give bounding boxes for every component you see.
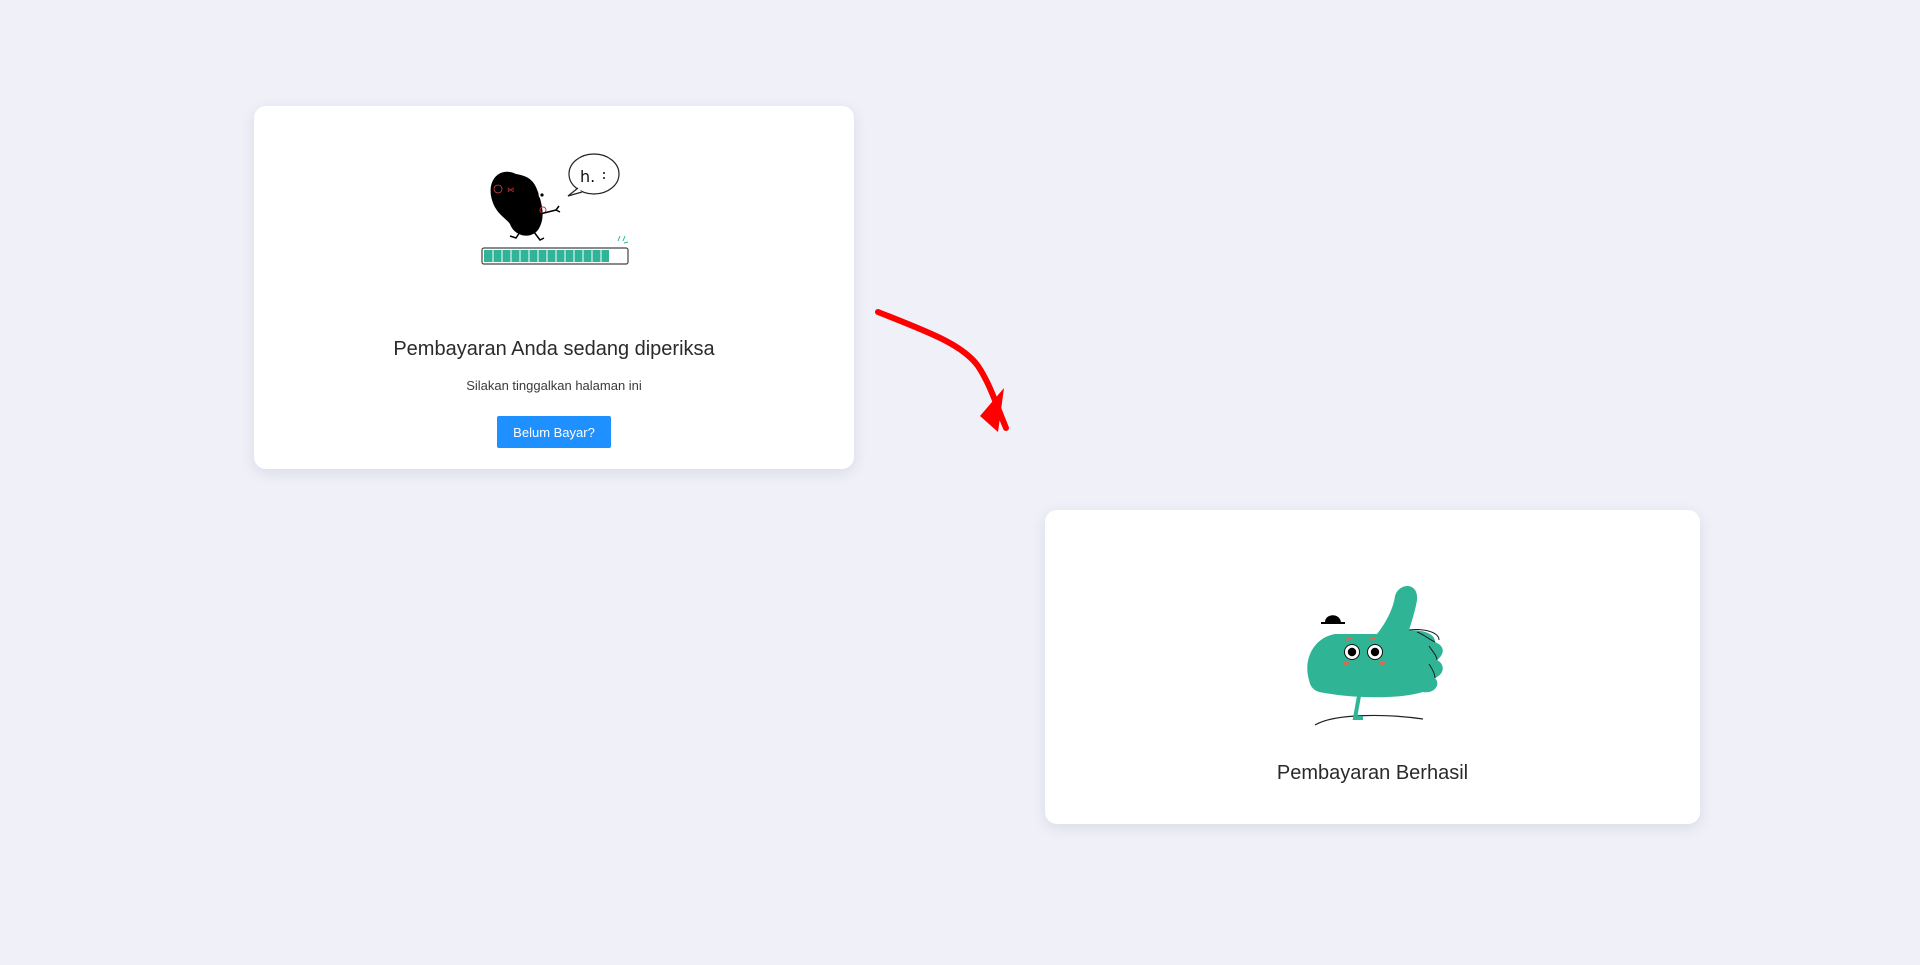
payment-pending-card: h. ⋈ Pembayaran Anda sedang diperiksa Si… <box>254 106 854 469</box>
thumbs-up-character-icon <box>1307 585 1443 726</box>
success-title: Pembayaran Berhasil <box>1276 762 1469 784</box>
not-paid-button[interactable]: Belum Bayar? <box>497 416 611 448</box>
svg-text:⋈: ⋈ <box>507 186 514 194</box>
loading-character-icon: h. ⋈ <box>481 153 629 265</box>
payment-success-card: Pembayaran Berhasil <box>1045 510 1700 824</box>
pending-title: Pembayaran Anda sedang diperiksa <box>393 338 715 360</box>
speech-bubble-text: h. <box>580 167 595 186</box>
pending-subtitle: Silakan tinggalkan halaman ini <box>466 378 642 393</box>
arrow-icon <box>875 309 1009 432</box>
